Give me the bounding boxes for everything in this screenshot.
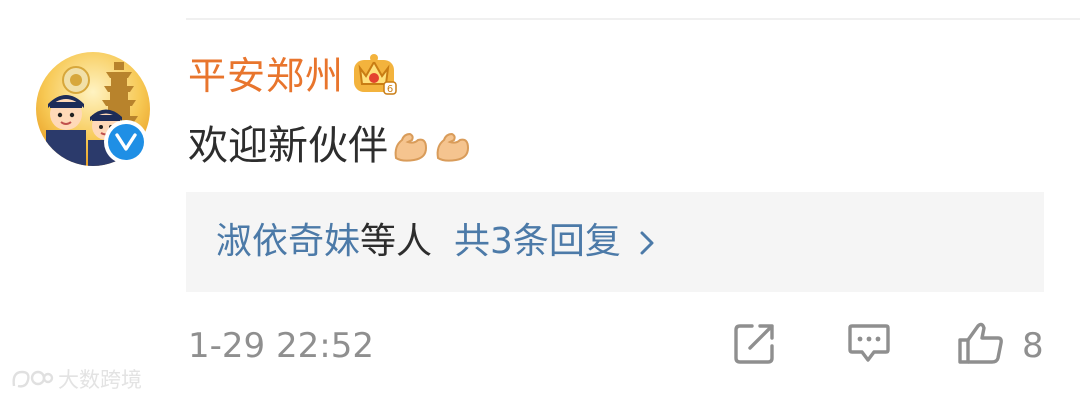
watermark: 大数跨境 [10, 364, 142, 394]
timestamp: 1-29 22:52 [188, 326, 374, 366]
comment-text-row: 欢迎新伙伴 [188, 118, 472, 174]
replies-summary[interactable]: 淑依奇妹等人 共3条回复 [216, 216, 655, 268]
flexed-biceps-icon [436, 132, 470, 162]
comment-icon[interactable] [846, 320, 892, 366]
flexed-biceps-icon [394, 132, 428, 162]
username[interactable]: 平安郑州 [188, 50, 344, 102]
comment-text: 欢迎新伙伴 [188, 123, 388, 169]
like-count: 8 [1022, 326, 1044, 366]
share-icon[interactable] [732, 320, 778, 366]
verified-badge [104, 120, 148, 164]
top-divider [186, 18, 1080, 20]
crown-badge-icon[interactable]: 6 [350, 48, 400, 98]
watermark-logo-icon [12, 370, 54, 388]
reply-suffix: 等人 [360, 221, 433, 262]
replies-box[interactable]: 淑依奇妹等人 共3条回复 [186, 192, 1044, 292]
reply-count-link[interactable]: 共3条回复 [454, 221, 621, 262]
reply-user-names[interactable]: 淑依奇妹 [216, 221, 360, 262]
svg-text:6: 6 [387, 84, 393, 95]
chevron-right-icon [640, 231, 654, 255]
watermark-text: 大数跨境 [58, 368, 142, 392]
like-icon[interactable] [956, 320, 1006, 366]
verified-v-icon [115, 133, 137, 151]
